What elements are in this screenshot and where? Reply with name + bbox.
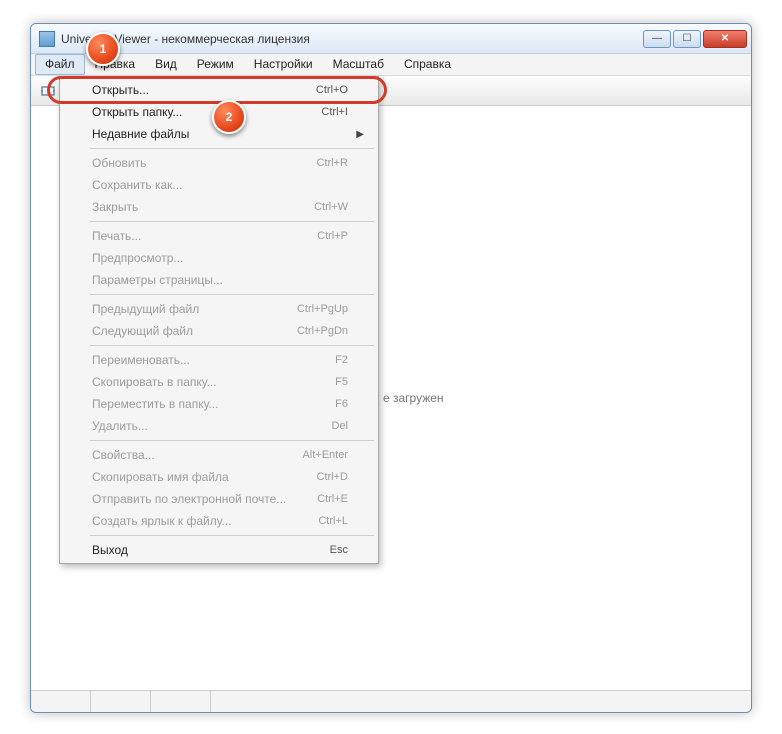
menu-item-shortcut: Ctrl+I [321,106,348,118]
menu-item-label: Скопировать в папку... [92,375,335,389]
window-title: Universal Viewer - некоммерческая лиценз… [61,32,643,46]
menu-settings[interactable]: Настройки [244,54,323,75]
menu-view[interactable]: Вид [145,54,187,75]
menu-item: Печать...Ctrl+P [62,225,376,247]
menu-item-shortcut: F6 [335,398,348,410]
menu-item-label: Переименовать... [92,353,335,367]
menu-item-shortcut: Del [331,420,348,432]
statusbar [31,690,751,712]
menu-item-shortcut: Ctrl+W [314,201,348,213]
menu-item-label: Удалить... [92,419,331,433]
menu-item-shortcut: Ctrl+E [317,493,348,505]
fit-width-icon[interactable] [37,80,59,102]
menu-item: ЗакрытьCtrl+W [62,196,376,218]
menu-item: Следующий файлCtrl+PgDn [62,320,376,342]
menu-item: Создать ярлык к файлу...Ctrl+L [62,510,376,532]
submenu-arrow-icon: ▶ [356,129,364,140]
menu-item-label: Свойства... [92,448,302,462]
callout-badge-2: 2 [212,100,246,134]
menu-item: Удалить...Del [62,415,376,437]
menu-item-shortcut: F2 [335,354,348,366]
menu-item-shortcut: Alt+Enter [302,449,348,461]
menu-item-shortcut: Ctrl+L [318,515,348,527]
menu-item-shortcut: Ctrl+PgUp [297,303,348,315]
menu-item: Переименовать...F2 [62,349,376,371]
menu-separator [90,535,374,536]
menu-item-label: Создать ярлык к файлу... [92,514,318,528]
menu-item-shortcut: Ctrl+O [316,84,348,96]
menu-item-label: Параметры страницы... [92,273,348,287]
menu-item[interactable]: ВыходEsc [62,539,376,561]
menu-item-label: Закрыть [92,200,314,214]
app-icon [39,31,55,47]
menu-separator [90,294,374,295]
menu-item-label: Обновить [92,156,317,170]
menu-zoom[interactable]: Масштаб [323,54,394,75]
minimize-button[interactable]: — [643,30,671,48]
menu-item-shortcut: F5 [335,376,348,388]
menu-file[interactable]: Файл [35,54,85,75]
menu-help[interactable]: Справка [394,54,461,75]
menu-item: Скопировать в папку...F5 [62,371,376,393]
menu-mode[interactable]: Режим [187,54,244,75]
content-placeholder: е загружен [383,391,444,405]
menu-item: Отправить по электронной почте...Ctrl+E [62,488,376,510]
menu-item: Скопировать имя файлаCtrl+D [62,466,376,488]
menu-separator [90,440,374,441]
titlebar[interactable]: Universal Viewer - некоммерческая лиценз… [31,24,751,54]
menu-separator [90,221,374,222]
menu-separator [90,148,374,149]
maximize-button[interactable]: ☐ [673,30,701,48]
menu-item-label: Открыть... [92,83,316,97]
menu-item-shortcut: Ctrl+D [317,471,348,483]
menu-item: ОбновитьCtrl+R [62,152,376,174]
menu-item-label: Предыдущий файл [92,302,297,316]
menu-item-label: Переместить в папку... [92,397,335,411]
menu-item[interactable]: Открыть...Ctrl+O [62,79,376,101]
menu-item-shortcut: Ctrl+R [317,157,348,169]
menu-item-label: Печать... [92,229,317,243]
menu-item-label: Сохранить как... [92,178,348,192]
menu-item-label: Отправить по электронной почте... [92,492,317,506]
menu-item: Параметры страницы... [62,269,376,291]
menu-item: Свойства...Alt+Enter [62,444,376,466]
menu-item: Переместить в папку...F6 [62,393,376,415]
menu-item: Предпросмотр... [62,247,376,269]
menubar: Файл Правка Вид Режим Настройки Масштаб … [31,54,751,76]
file-menu-dropdown: Открыть...Ctrl+OОткрыть папку...Ctrl+IНе… [59,76,379,564]
menu-item-label: Открыть папку... [92,105,321,119]
menu-item: Предыдущий файлCtrl+PgUp [62,298,376,320]
menu-item-label: Предпросмотр... [92,251,348,265]
menu-item-label: Скопировать имя файла [92,470,317,484]
menu-item-shortcut: Ctrl+PgDn [297,325,348,337]
menu-item-shortcut: Esc [330,544,348,556]
callout-badge-1: 1 [86,32,120,66]
menu-item-shortcut: Ctrl+P [317,230,348,242]
close-button[interactable]: ✕ [703,30,747,48]
menu-separator [90,345,374,346]
menu-item: Сохранить как... [62,174,376,196]
menu-item-label: Следующий файл [92,324,297,338]
menu-item-label: Выход [92,543,330,557]
